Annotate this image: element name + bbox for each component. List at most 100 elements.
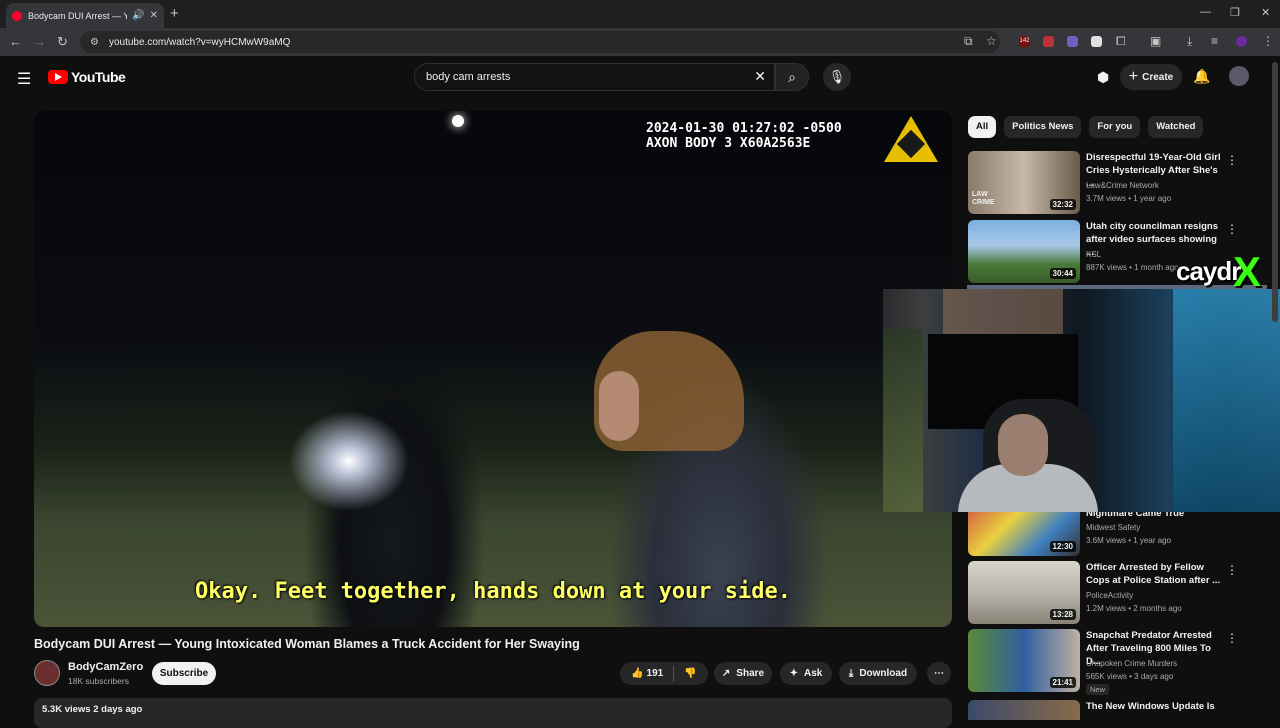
search-icon: ⌕ <box>788 69 796 85</box>
extensions-puzzle-icon[interactable]: ⧠ <box>1116 34 1126 49</box>
like-dislike-group: 👍 191 👎 <box>620 662 708 685</box>
video-title: Bodycam DUI Arrest — Young Intoxicated W… <box>34 637 580 651</box>
bodycam-timestamp: 2024-01-30 01:27:02 -0500 AXON BODY 3 X6… <box>646 121 842 151</box>
more-options-icon[interactable]: ⋮ <box>1226 563 1238 577</box>
profile-icon[interactable] <box>1236 36 1247 47</box>
rec-title: The New Windows Update Is <box>1086 701 1215 712</box>
streamer-logo-icon: X <box>1233 248 1262 295</box>
sidepanel-icon[interactable]: ▣ <box>1150 34 1161 48</box>
share-icon: ↗ <box>721 668 731 679</box>
more-options-icon[interactable]: ⋮ <box>1226 153 1238 167</box>
chip-for-you[interactable]: For you <box>1089 116 1141 138</box>
video-thumbnail[interactable]: LAW CRIME 32:32 <box>968 151 1080 214</box>
rec-channel[interactable]: Midwest Safety <box>1086 521 1140 534</box>
description-box[interactable]: 5.3K views 2 days ago <box>34 698 952 728</box>
download-button[interactable]: ⤓ Download <box>839 662 917 685</box>
forward-button[interactable]: → <box>33 34 46 49</box>
more-options-icon[interactable]: ⋮ <box>1226 222 1238 236</box>
recommendation-item[interactable]: 21:41 Snapchat Predator Arrested After T… <box>968 629 1268 695</box>
chip-all[interactable]: All <box>968 116 997 138</box>
search-button[interactable]: ⌕ <box>775 63 809 91</box>
video-thumbnail[interactable]: 12:30 <box>968 512 1080 556</box>
video-duration: 21:41 <box>1049 677 1076 688</box>
bookmark-star-icon[interactable]: ☆ <box>986 34 997 48</box>
chrome-menu-icon[interactable]: ⋮ <box>1262 34 1274 48</box>
video-thumbnail[interactable]: 13:28 <box>968 561 1080 624</box>
download-icon[interactable]: ⤓ <box>1187 34 1192 49</box>
subscriber-count: 18K subscribers <box>68 676 129 686</box>
video-thumbnail[interactable] <box>968 700 1080 720</box>
youtube-play-icon <box>48 70 68 84</box>
browser-tab[interactable]: Bodycam DUI Arrest — You 🔊 ✕ <box>6 3 164 28</box>
address-bar[interactable]: ⚙ youtube.com/watch?v=wyHCMwW9aMQ <box>80 31 1000 53</box>
hamburger-menu-icon[interactable]: ☰ <box>17 69 31 89</box>
recommendation-item[interactable]: 12:30 Nightmare Came True Midwest Safety… <box>968 512 1268 556</box>
video-duration: 32:32 <box>1049 199 1076 210</box>
like-button[interactable]: 👍 191 <box>631 668 663 679</box>
create-button[interactable]: + Create <box>1120 64 1182 90</box>
video-thumbnail[interactable]: 21:41 <box>968 629 1080 692</box>
rec-title: Nightmare Came True <box>1086 512 1185 519</box>
video-player[interactable]: 2024-01-30 01:27:02 -0500 AXON BODY 3 X6… <box>34 111 952 627</box>
download-icon: ⤓ <box>848 668 854 679</box>
more-options-icon[interactable]: ⋮ <box>1226 631 1238 645</box>
plus-icon: + <box>1128 68 1139 85</box>
ask-label: Ask <box>804 668 823 679</box>
speaker-icon[interactable]: 🔊 <box>132 10 144 21</box>
extension-icon[interactable] <box>1067 36 1078 47</box>
share-button[interactable]: ↗ Share <box>714 662 772 685</box>
subscribe-button[interactable]: Subscribe <box>152 662 216 685</box>
extension-badge-icon[interactable]: 142 <box>1019 36 1030 47</box>
axon-logo-icon <box>884 116 938 162</box>
rec-channel[interactable]: Law&Crime Network <box>1086 179 1159 192</box>
recommendation-item[interactable]: LAW CRIME 32:32 Disrespectful 19-Year-Ol… <box>968 151 1268 215</box>
chip-watched[interactable]: Watched <box>1148 116 1204 138</box>
rec-meta: 565K views • 3 days ago <box>1086 672 1174 681</box>
sidebar-scrollbar[interactable] <box>1272 62 1278 322</box>
webcam-streamer-head <box>998 414 1048 476</box>
close-window-button[interactable]: ✕ <box>1261 6 1270 19</box>
ask-button[interactable]: ✦ Ask <box>780 662 832 685</box>
browser-toolbar: ← → ↻ ⚙ youtube.com/watch?v=wyHCMwW9aMQ … <box>0 28 1280 56</box>
reload-button[interactable]: ↻ <box>57 34 68 50</box>
back-button[interactable]: ← <box>9 34 22 49</box>
new-tab-button[interactable]: + <box>170 5 179 22</box>
site-info-icon[interactable]: ⚙ <box>90 37 99 48</box>
media-icon[interactable]: ≡ <box>1211 34 1218 48</box>
recommendation-item[interactable]: 13:28 Officer Arrested by Fellow Cops at… <box>968 561 1268 625</box>
install-icon[interactable]: ⧉ <box>964 34 973 49</box>
download-label: Download <box>859 668 908 679</box>
rec-channel[interactable]: Unspoken Crime Murders <box>1086 657 1177 670</box>
dislike-icon[interactable]: 👎 <box>684 668 696 679</box>
cast-icon[interactable]: ⬢ <box>1097 69 1109 86</box>
video-thumbnail[interactable]: 30:44 <box>968 220 1080 283</box>
voice-search-button[interactable]: 🎙 <box>823 63 851 91</box>
clear-search-icon[interactable]: ✕ <box>754 68 766 85</box>
channel-avatar[interactable] <box>34 660 60 686</box>
rec-channel[interactable]: KSL <box>1086 248 1101 261</box>
new-badge: New <box>1086 684 1110 695</box>
views-date: 5.3K views 2 days ago <box>42 704 143 715</box>
extension-icon[interactable] <box>1043 36 1054 47</box>
sparkle-icon: ✦ <box>789 668 799 679</box>
youtube-logo[interactable]: YouTube <box>48 69 126 85</box>
divider <box>673 665 675 682</box>
logo-wordmark: YouTube <box>71 69 126 85</box>
share-label: Share <box>736 668 765 679</box>
video-duration: 30:44 <box>1049 268 1076 279</box>
chip-politics-news[interactable]: Politics News <box>1004 116 1082 138</box>
rec-title: Utah city councilman resigns after video… <box>1086 221 1218 258</box>
recommendation-item[interactable]: The New Windows Update Is <box>968 700 1268 720</box>
restore-button[interactable]: ❐ <box>1230 6 1240 19</box>
timestamp-line2: AXON BODY 3 X60A2563E <box>646 136 811 151</box>
video-subject-face <box>599 371 639 441</box>
rec-channel[interactable]: PoliceActivity <box>1086 589 1133 602</box>
more-actions-button[interactable]: ⋯ <box>927 662 951 685</box>
notifications-bell-icon[interactable]: 🔔 <box>1193 68 1210 85</box>
minimize-button[interactable]: — <box>1200 6 1211 18</box>
search-input[interactable]: body cam arrests ✕ <box>414 63 775 91</box>
extension-icon[interactable] <box>1091 36 1102 47</box>
close-tab-icon[interactable]: ✕ <box>150 10 158 21</box>
account-avatar[interactable] <box>1229 66 1249 86</box>
channel-name[interactable]: BodyCamZero <box>68 661 143 673</box>
